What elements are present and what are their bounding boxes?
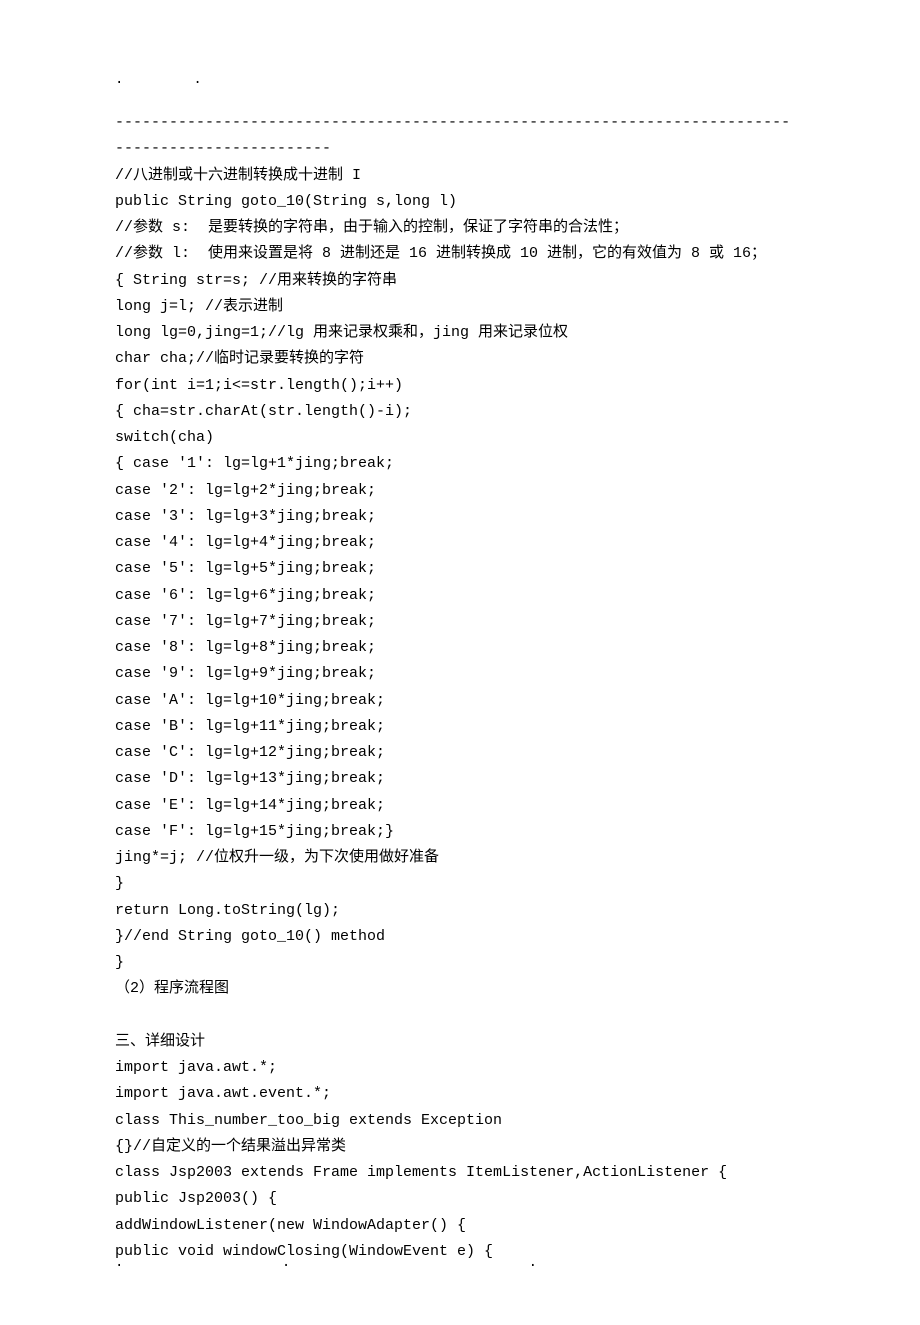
code-line: } [115, 950, 805, 976]
footer-dot-3: . [529, 1251, 537, 1276]
code-line: switch(cha) [115, 425, 805, 451]
code-line: 三、详细设计 [115, 1029, 805, 1055]
code-line: case '3': lg=lg+3*jing;break; [115, 504, 805, 530]
code-line: char cha;//临时记录要转换的字符 [115, 346, 805, 372]
code-line: }//end String goto_10() method [115, 924, 805, 950]
footer-dot-2: . [282, 1251, 290, 1276]
code-line: case 'C': lg=lg+12*jing;break; [115, 740, 805, 766]
code-line: import java.awt.*; [115, 1055, 805, 1081]
code-content: ----------------------------------------… [115, 110, 805, 1265]
code-line: long j=l; //表示进制 [115, 294, 805, 320]
blank-line [115, 1003, 805, 1029]
code-line: （2）程序流程图 [115, 976, 805, 1002]
code-line: case 'A': lg=lg+10*jing;break; [115, 688, 805, 714]
code-line: case 'E': lg=lg+14*jing;break; [115, 793, 805, 819]
code-line: ----------------------------------------… [115, 110, 805, 136]
code-line: ------------------------ [115, 136, 805, 162]
footer-dots: . . . [115, 1251, 537, 1276]
code-line: public Jsp2003() { [115, 1186, 805, 1212]
code-line: {}//自定义的一个结果溢出异常类 [115, 1134, 805, 1160]
code-line: } [115, 871, 805, 897]
code-line: case '2': lg=lg+2*jing;break; [115, 478, 805, 504]
code-line: import java.awt.event.*; [115, 1081, 805, 1107]
code-line: for(int i=1;i<=str.length();i++) [115, 373, 805, 399]
code-line: //八进制或十六进制转换成十进制 I [115, 163, 805, 189]
code-line: case '9': lg=lg+9*jing;break; [115, 661, 805, 687]
document-page: .. -------------------------------------… [0, 0, 920, 1325]
header-dots: .. [115, 68, 272, 93]
code-line: addWindowListener(new WindowAdapter() { [115, 1213, 805, 1239]
code-line: case 'B': lg=lg+11*jing;break; [115, 714, 805, 740]
code-line: case '5': lg=lg+5*jing;break; [115, 556, 805, 582]
code-line: { String str=s; //用来转换的字符串 [115, 268, 805, 294]
code-line: public String goto_10(String s,long l) [115, 189, 805, 215]
footer-dot-1: . [115, 1251, 123, 1276]
code-line: case '4': lg=lg+4*jing;break; [115, 530, 805, 556]
code-line: return Long.toString(lg); [115, 898, 805, 924]
code-line: long lg=0,jing=1;//lg 用来记录权乘和，jing 用来记录位… [115, 320, 805, 346]
code-line: { case '1': lg=lg+1*jing;break; [115, 451, 805, 477]
code-line: case '8': lg=lg+8*jing;break; [115, 635, 805, 661]
code-line: case '7': lg=lg+7*jing;break; [115, 609, 805, 635]
code-line: case 'F': lg=lg+15*jing;break;} [115, 819, 805, 845]
code-line: case 'D': lg=lg+13*jing;break; [115, 766, 805, 792]
code-line: case '6': lg=lg+6*jing;break; [115, 583, 805, 609]
code-line: //参数 s: 是要转换的字符串，由于输入的控制，保证了字符串的合法性； [115, 215, 805, 241]
code-line: //参数 l: 使用来设置是将 8 进制还是 16 进制转换成 10 进制，它的… [115, 241, 805, 267]
code-line: jing*=j; //位权升一级，为下次使用做好准备 [115, 845, 805, 871]
code-line: class This_number_too_big extends Except… [115, 1108, 805, 1134]
code-line: { cha=str.charAt(str.length()-i); [115, 399, 805, 425]
code-line: class Jsp2003 extends Frame implements I… [115, 1160, 805, 1186]
